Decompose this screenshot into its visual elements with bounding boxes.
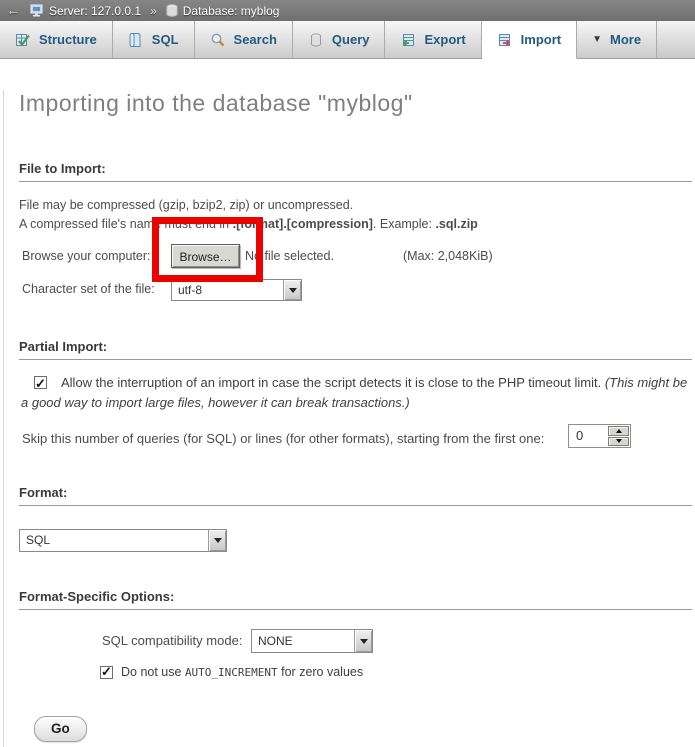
page-title: Importing into the database "myblog" — [19, 90, 695, 117]
tab-more[interactable]: ▼ More — [577, 21, 657, 58]
spinner-up-button[interactable] — [608, 426, 629, 436]
line2-prefix: A compressed file's name must end in — [19, 217, 233, 231]
tab-query[interactable]: Query — [293, 21, 386, 58]
dropdown-arrow-icon[interactable] — [283, 280, 301, 300]
browse-row: Browse your computer: Browse… No file se… — [16, 243, 695, 273]
browse-button[interactable]: Browse… — [171, 244, 240, 268]
tab-search[interactable]: Search — [195, 21, 293, 58]
charset-label: Character set of the file: — [22, 282, 155, 296]
ai-suffix: for zero values — [278, 665, 363, 679]
import-icon — [497, 32, 513, 48]
tab-label: Import — [521, 32, 561, 47]
skip-queries-label: Skip this number of queries (for SQL) or… — [22, 431, 544, 446]
browse-label: Browse your computer: — [22, 249, 151, 263]
max-size-text: (Max: 2,048KiB) — [403, 249, 493, 263]
tab-bar: Structure SQL Search Query Export — [0, 21, 695, 59]
go-button[interactable]: Go — [34, 716, 87, 742]
ai-code: AUTO_INCREMENT — [185, 666, 278, 679]
charset-selected-value: utf-8 — [172, 280, 283, 300]
tab-structure[interactable]: Structure — [0, 21, 113, 58]
auto-increment-label: Do not use AUTO_INCREMENT for zero value… — [121, 665, 363, 679]
ai-prefix: Do not use — [121, 665, 185, 679]
charset-row: Character set of the file: utf-8 — [16, 278, 695, 302]
format-selected-value: SQL — [20, 530, 208, 551]
auto-increment-checkbox[interactable] — [100, 666, 113, 679]
allow-interruption-checkbox[interactable] — [34, 376, 47, 389]
tab-label: Search — [234, 32, 277, 47]
section-heading-format-specific: Format-Specific Options: — [19, 589, 692, 610]
chevron-down-icon: ▼ — [592, 34, 602, 45]
dropdown-arrow-icon[interactable] — [208, 530, 226, 551]
format-row: SQL — [16, 519, 695, 543]
compression-info-line2: A compressed file's name must end in .[f… — [19, 215, 692, 234]
tab-label: Export — [424, 32, 465, 47]
no-file-selected-text: No file selected. — [245, 249, 334, 263]
allow-interruption-label: Allow the interruption of an import in c… — [61, 375, 605, 390]
breadcrumb: Server: 127.0.0.1 » Database: myblog — [30, 4, 279, 18]
compression-info-line1: File may be compressed (gzip, bzip2, zip… — [19, 196, 692, 215]
auto-increment-row: Do not use AUTO_INCREMENT for zero value… — [16, 663, 695, 683]
server-icon — [30, 4, 44, 17]
sql-compatibility-row: SQL compatibility mode: NONE — [16, 627, 695, 653]
export-icon — [400, 32, 416, 48]
format-select[interactable]: SQL — [19, 529, 227, 552]
tab-sql[interactable]: SQL — [113, 21, 195, 58]
line2-example: .sql.zip — [435, 217, 477, 231]
section-heading-format: Format: — [19, 485, 692, 506]
tab-export[interactable]: Export — [385, 21, 481, 58]
skip-queries-row: Skip this number of queries (for SQL) or… — [16, 426, 695, 452]
tab-label: SQL — [152, 32, 179, 47]
back-arrow-icon[interactable]: ← — [0, 0, 30, 21]
section-heading-partial-import: Partial Import: — [19, 339, 692, 360]
charset-select[interactable]: utf-8 — [171, 279, 302, 301]
sql-icon — [128, 32, 144, 48]
tab-import[interactable]: Import — [482, 21, 577, 59]
tab-label: Structure — [39, 32, 97, 47]
structure-icon — [15, 32, 31, 48]
search-icon — [210, 32, 226, 48]
sql-compatibility-select[interactable]: NONE — [251, 629, 373, 653]
skip-queries-value[interactable]: 0 — [569, 425, 607, 447]
breadcrumb-database[interactable]: Database: myblog — [183, 4, 280, 18]
line2-format-pattern: .[format].[compression] — [233, 217, 373, 231]
skip-queries-input[interactable]: 0 — [568, 424, 631, 448]
import-page: Importing into the database "myblog" Fil… — [3, 90, 695, 747]
spinner-down-button[interactable] — [608, 437, 629, 447]
breadcrumb-server[interactable]: Server: 127.0.0.1 — [49, 4, 141, 18]
line2-mid: . Example: — [373, 217, 436, 231]
tab-label: More — [610, 32, 641, 47]
tab-label: Query — [332, 32, 370, 47]
breadcrumb-separator: » — [150, 4, 157, 18]
allow-interruption-row: Allow the interruption of an import in c… — [21, 373, 695, 413]
tab-bar-filler — [657, 21, 695, 58]
sql-compatibility-label: SQL compatibility mode: — [102, 633, 242, 648]
section-heading-file-to-import: File to Import: — [19, 161, 692, 182]
database-icon — [166, 4, 178, 17]
query-icon — [308, 32, 324, 48]
sql-compatibility-value: NONE — [252, 630, 354, 652]
breadcrumb-bar: ← Server: 127.0.0.1 » Database: myblog — [0, 0, 695, 21]
spinner-buttons — [607, 425, 630, 447]
dropdown-arrow-icon[interactable] — [354, 630, 372, 652]
